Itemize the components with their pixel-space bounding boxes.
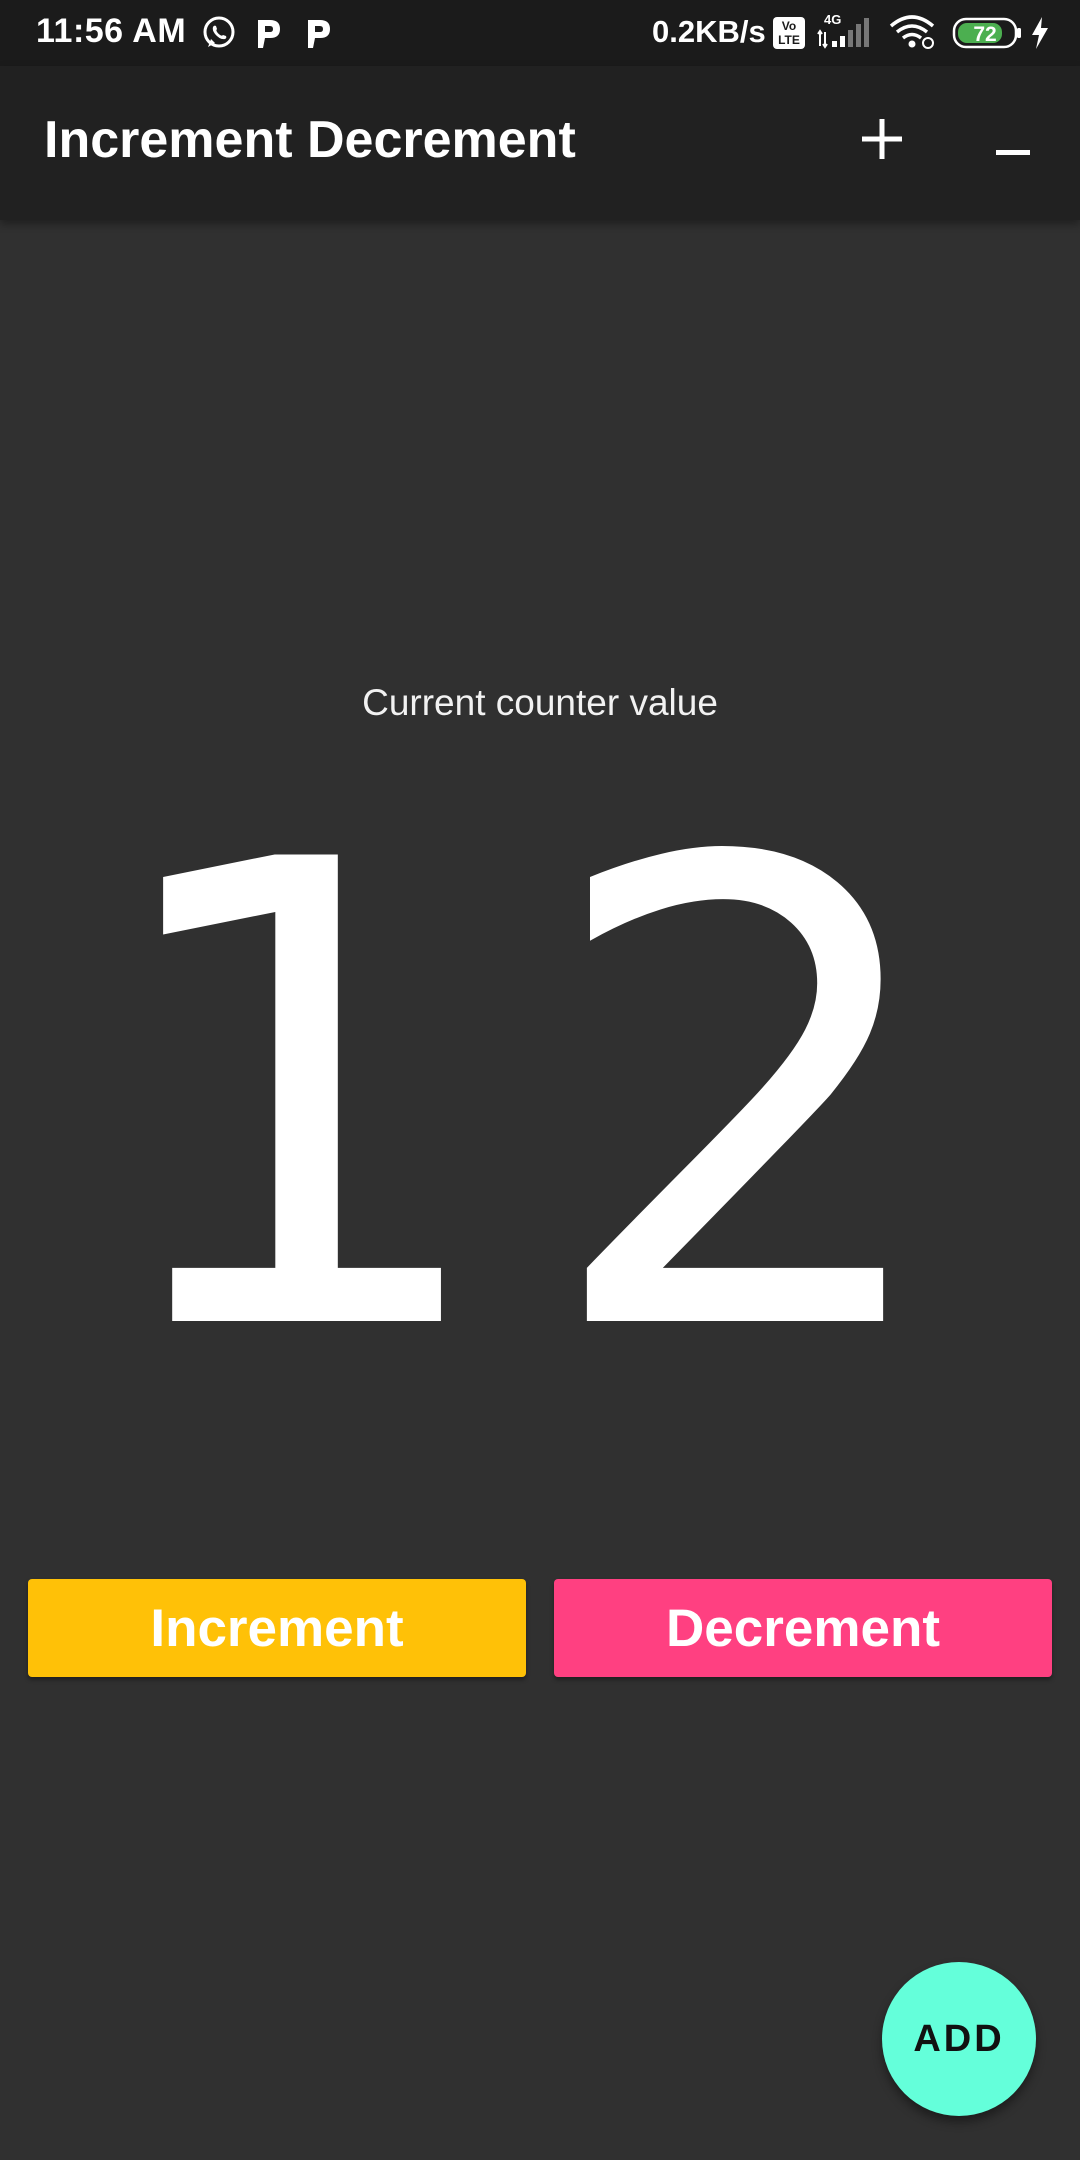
status-bar: 11:56 AM 0.2KB/s Vo LTE 4G 72 [0,0,1080,66]
minus-icon [995,117,1031,166]
increment-button[interactable]: Increment [28,1579,526,1677]
battery-level: 72 [973,23,996,46]
wifi-icon [888,14,938,57]
minus-action-button[interactable] [968,96,1058,186]
signal-icon: 4G [816,12,876,57]
app-bar: Increment Decrement [0,66,1080,220]
counter-value: 12 [92,727,988,1472]
network-type-label: 4G [824,12,841,27]
page-title: Increment Decrement [44,111,576,169]
add-fab-button[interactable]: ADD [882,1962,1036,2116]
plus-action-button[interactable] [837,96,927,186]
parking-p-icon [302,14,334,57]
volte-label-bottom: LTE [778,33,800,47]
charging-bolt-icon [1028,15,1052,56]
parking-p-icon [252,14,284,57]
network-speed: 0.2KB/s [652,14,766,49]
app-screen: 11:56 AM 0.2KB/s Vo LTE 4G 72 Increment … [0,0,1080,2160]
volte-label-top: Vo [782,19,796,33]
decrement-button[interactable]: Decrement [554,1579,1052,1677]
whatsapp-icon [200,14,238,57]
status-time: 11:56 AM [36,12,187,50]
plus-icon [860,117,904,166]
counter-label: Current counter value [362,682,718,723]
battery-icon: 72 [952,16,1024,55]
volte-icon: Vo LTE [772,16,806,55]
